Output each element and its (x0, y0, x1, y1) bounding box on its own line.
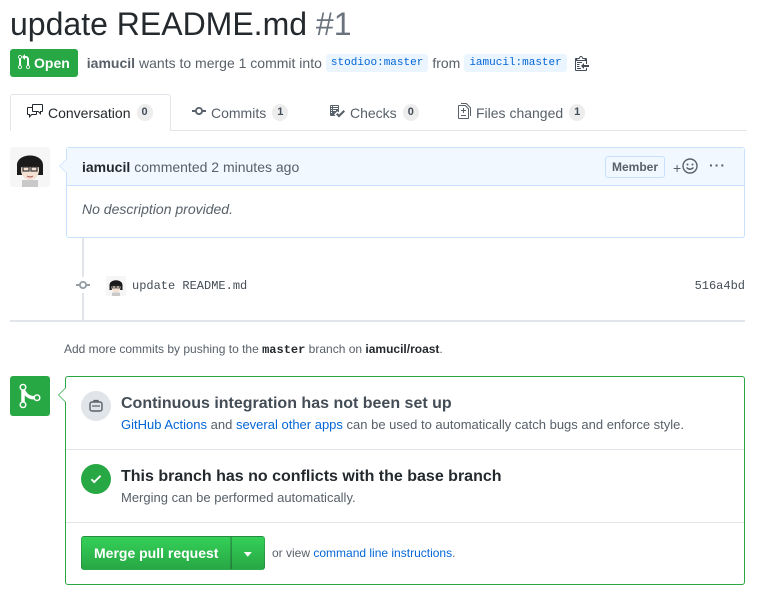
tab-files-changed[interactable]: Files changed 1 (458, 94, 586, 131)
merge-pull-request-button[interactable]: Merge pull request (81, 536, 232, 570)
or-view-label: or view (272, 546, 311, 560)
actions-icon (81, 391, 111, 421)
tab-checks[interactable]: Checks 0 (329, 94, 419, 131)
push-hint: Add more commits by pushing to the maste… (64, 342, 443, 357)
add-reaction-button[interactable]: + (673, 158, 698, 177)
tab-conversation-label: Conversation (48, 104, 131, 121)
comment-box: iamucil commented 2 minutes ago Member +… (59, 147, 745, 238)
git-merge-icon (10, 376, 50, 416)
pr-number: #1 (315, 6, 352, 42)
conflict-title: This branch has no conflicts with the ba… (121, 468, 502, 485)
git-commit-icon (74, 276, 92, 296)
commit-message-link[interactable]: update README.md (132, 279, 247, 293)
ci-section: Continuous integration has not been set … (66, 377, 744, 450)
pr-author-link[interactable]: iamucil (87, 55, 135, 71)
avatar-image-icon (106, 276, 126, 296)
commit-sha-link[interactable]: 516a4bd (695, 279, 745, 293)
other-apps-link[interactable]: several other apps (236, 417, 343, 432)
hint-text: Add more commits by pushing to the (64, 342, 259, 356)
hint-text-middle: branch on (308, 342, 363, 356)
check-icon (81, 464, 111, 494)
conflict-section: This branch has no conflicts with the ba… (66, 450, 744, 523)
or-view-text: or view command line instructions. (272, 546, 455, 560)
from-text: from (432, 55, 461, 71)
tab-checks-count: 0 (402, 103, 419, 122)
hint-end: . (439, 342, 443, 356)
hint-branch: master (262, 343, 306, 357)
ci-title: Continuous integration has not been set … (121, 395, 452, 412)
pr-meta: Open iamucil wants to merge 1 commit int… (10, 49, 589, 77)
comment-body: No description provided. (82, 201, 233, 217)
tab-files-label: Files changed (476, 104, 564, 121)
github-actions-link[interactable]: GitHub Actions (121, 417, 207, 432)
tab-checks-label: Checks (350, 104, 397, 121)
status-label: Open (34, 55, 70, 71)
timeline-divider (10, 320, 745, 322)
kebab-horizontal-icon[interactable]: ··· (709, 157, 726, 173)
ci-and: and (210, 417, 233, 432)
merge-options-dropdown[interactable] (231, 536, 266, 570)
ci-rest: can be used to automatically catch bugs … (346, 417, 685, 432)
or-view-end: . (452, 546, 456, 560)
hint-repo: iamucil/roast (365, 342, 440, 356)
avatar[interactable] (10, 147, 50, 187)
tab-conversation-count: 0 (136, 103, 153, 122)
tab-conversation[interactable]: Conversation 0 (10, 94, 171, 131)
conflict-subtitle: Merging can be performed automatically. (121, 490, 356, 505)
checklist-icon (329, 103, 350, 122)
comment-discussion-icon (27, 103, 48, 122)
git-commit-icon (192, 103, 211, 122)
reaction-plus: + (673, 159, 682, 176)
member-badge: Member (605, 156, 666, 178)
tab-commits-label: Commits (211, 104, 267, 121)
merge-button-group: Merge pull request (81, 536, 266, 570)
pr-title-text: update README.md (10, 6, 308, 42)
commit-avatar[interactable] (106, 276, 126, 296)
command-line-instructions-link[interactable]: command line instructions (313, 546, 452, 560)
head-ref[interactable]: iamucil:master (464, 54, 567, 72)
commit-row: update README.md 516a4bd (74, 274, 745, 298)
comment-timestamp[interactable]: commented 2 minutes ago (134, 159, 299, 175)
merge-box: Continuous integration has not been set … (58, 376, 745, 585)
avatar-image-icon (10, 147, 50, 187)
triangle-down-icon (243, 545, 253, 561)
status-badge: Open (10, 49, 78, 77)
smiley-icon (682, 158, 698, 177)
comment-author-link[interactable]: iamucil (82, 159, 130, 175)
git-pull-request-icon (18, 53, 34, 73)
tab-commits[interactable]: Commits 1 (192, 94, 289, 131)
pr-tabs: Conversation 0 Commits 1 Checks 0 Files … (10, 94, 747, 131)
tab-files-count: 1 (569, 103, 586, 122)
pr-title: update README.md #1 (10, 2, 352, 46)
base-ref[interactable]: stodioo:master (325, 54, 429, 72)
ci-subtitle: GitHub Actions and several other apps ca… (121, 417, 684, 432)
file-diff-icon (458, 103, 476, 122)
tab-commits-count: 1 (272, 103, 289, 122)
clippy-icon[interactable] (574, 55, 589, 71)
merge-text: wants to merge 1 commit into (139, 55, 322, 71)
